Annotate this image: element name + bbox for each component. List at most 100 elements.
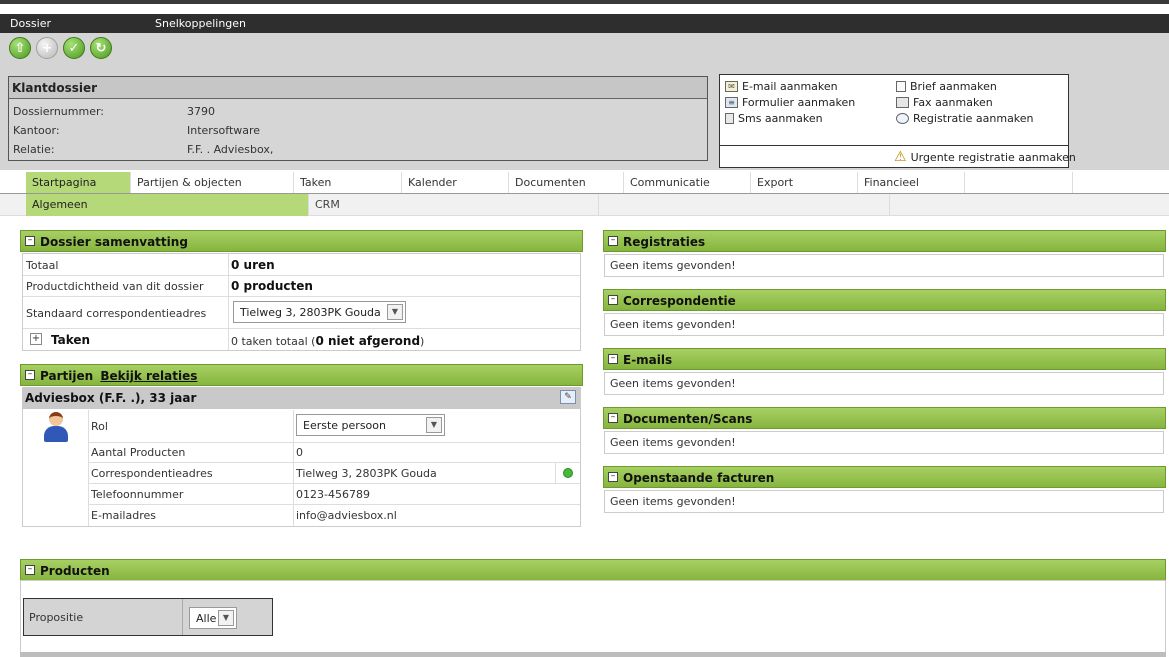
registraties-header[interactable]: – Registraties [603,230,1166,252]
email-aanmaken-link[interactable]: ✉ E-mail aanmaken [725,80,838,93]
menu-snelkoppelingen[interactable]: Snelkoppelingen [155,17,246,30]
divider [89,483,580,484]
correspondentieadres-select[interactable]: Tielweg 3, 2803PK Gouda ▼ [233,301,406,323]
correspondentieadres-row-value: Tielweg 3, 2803PK Gouda [296,467,437,480]
urgente-registratie-link[interactable]: ⚠ Urgente registratie aanmaken [894,149,1076,165]
bekijk-relaties-link[interactable]: Bekijk relaties [100,369,197,383]
chevron-down-icon: ▼ [426,417,442,433]
dossiernummer-label: Dossiernummer: [13,105,104,118]
status-dot-icon [563,468,573,478]
klantdossier-panel: Klantdossier Dossiernummer: 3790 Kantoor… [8,76,708,161]
tab-export[interactable]: Export [751,172,858,193]
correspondentieadres-label: Standaard correspondentieadres [26,307,207,320]
top-strip [0,0,1169,4]
divider [88,410,89,526]
openstaande-facturen-header[interactable]: – Openstaande facturen [603,466,1166,488]
envelope-icon: ✉ [725,81,738,92]
collapse-icon[interactable]: – [25,565,35,575]
relatie-label: Relatie: [13,143,55,156]
up-arrow-icon[interactable]: ⇧ [9,37,31,59]
tab-taken[interactable]: Taken [294,172,402,193]
klantdossier-title: Klantdossier [9,77,707,99]
dossier-samenvatting-title: Dossier samenvatting [40,235,188,249]
collapse-icon[interactable]: – [608,295,618,305]
taken-summary: 0 taken totaal (0 niet afgerond) [231,334,424,348]
totaal-value: 0 uren [231,258,275,272]
correspondentie-title: Correspondentie [623,294,736,308]
tab-financieel[interactable]: Financieel [858,172,965,193]
propositie-label: Propositie [29,611,84,624]
registraties-empty: Geen items gevonden! [610,259,736,272]
correspondentie-empty: Geen items gevonden! [610,318,736,331]
registratie-aanmaken-link[interactable]: Registratie aanmaken [896,112,1034,125]
phone-icon [725,113,734,124]
tab-empty [965,172,1073,193]
divider [293,410,294,526]
propositie-select[interactable]: Alle ▼ [189,607,237,629]
producten-header[interactable]: – Producten [20,559,1166,581]
emailadres-value: info@adviesbox.nl [296,509,397,522]
refresh-icon[interactable]: ↻ [90,37,112,59]
divider [555,463,556,483]
collapse-icon[interactable]: – [608,236,618,246]
collapse-icon[interactable]: – [608,413,618,423]
urgente-registratie-label: Urgente registratie aanmaken [910,150,1076,164]
registraties-body: Geen items gevonden! [604,254,1164,277]
menubar: Dossier Snelkoppelingen [0,14,1169,33]
brief-aanmaken-label: Brief aanmaken [910,80,997,93]
kantoor-value: Intersoftware [187,124,261,137]
form-icon: ≡ [725,97,738,108]
producten-table-header [20,652,1166,657]
tab-communicatie[interactable]: Communicatie [624,172,751,193]
propositie-select-value: Alle [196,612,217,625]
expand-icon[interactable]: + [30,333,42,345]
divider [23,328,580,329]
collapse-icon[interactable]: – [608,472,618,482]
edit-icon[interactable]: ✎ [560,390,576,404]
subtab-algemeen[interactable]: Algemeen [26,194,309,216]
tab-partijen-objecten[interactable]: Partijen & objecten [131,172,294,193]
emails-header[interactable]: – E-mails [603,348,1166,370]
collapse-icon[interactable]: – [25,370,35,380]
formulier-aanmaken-link[interactable]: ≡ Formulier aanmaken [725,96,855,109]
menu-dossier[interactable]: Dossier [10,17,51,30]
tab-kalender[interactable]: Kalender [402,172,509,193]
propositie-filter: Propositie Alle ▼ [23,598,273,636]
divider [89,462,580,463]
taken-prefix: 0 taken totaal ( [231,335,316,348]
fax-aanmaken-link[interactable]: Fax aanmaken [896,96,993,109]
aantal-producten-label: Aantal Producten [91,446,186,459]
person-name: Adviesbox (F.F. .), 33 jaar [25,391,197,405]
subtab-crm[interactable]: CRM [309,194,599,216]
divider [89,442,580,443]
subtab-empty [599,194,890,216]
registraties-title: Registraties [623,235,706,249]
telefoonnummer-value: 0123-456789 [296,488,370,501]
totaal-label: Totaal [26,259,59,272]
sms-aanmaken-link[interactable]: Sms aanmaken [725,112,823,125]
add-icon[interactable]: + [36,37,58,59]
formulier-aanmaken-label: Formulier aanmaken [742,96,856,109]
tab-startpagina[interactable]: Startpagina [26,172,131,193]
correspondentieadres-select-value: Tielweg 3, 2803PK Gouda [240,306,381,319]
fax-icon [896,97,909,108]
tab-documenten[interactable]: Documenten [509,172,624,193]
dossier-samenvatting-header[interactable]: – Dossier samenvatting [20,230,583,252]
divider [89,504,580,505]
clock-icon [896,113,909,124]
correspondentie-header[interactable]: – Correspondentie [603,289,1166,311]
partijen-header: – Partijen Bekijk relaties [20,364,583,386]
taken-suffix: ) [420,335,425,348]
rol-select[interactable]: Eerste persoon ▼ [296,414,445,436]
check-icon[interactable]: ✓ [63,37,85,59]
collapse-icon[interactable]: – [608,354,618,364]
sub-tabs: Algemeen CRM [0,194,1169,216]
documenten-scans-title: Documenten/Scans [623,412,753,426]
brief-aanmaken-link[interactable]: Brief aanmaken [896,80,997,93]
correspondentie-body: Geen items gevonden! [604,313,1164,336]
telefoonnummer-label: Telefoonnummer [91,488,184,501]
collapse-icon[interactable]: – [25,236,35,246]
chevron-down-icon: ▼ [218,610,234,626]
documenten-scans-header[interactable]: – Documenten/Scans [603,407,1166,429]
warning-icon: ⚠ [894,149,907,165]
